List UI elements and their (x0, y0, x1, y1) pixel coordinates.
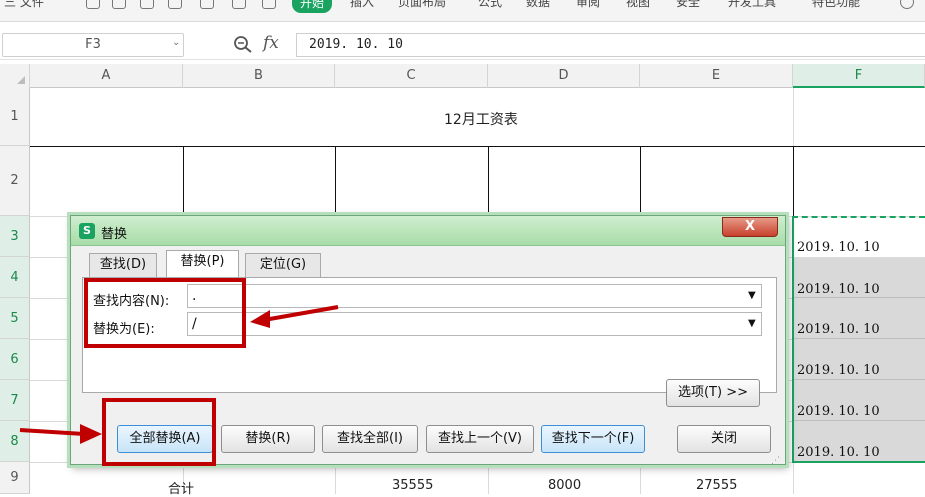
resize-grip-icon[interactable]: ⋰ (771, 456, 783, 466)
formula-input[interactable]: 2019. 10. 10 (296, 33, 925, 57)
table-border (335, 146, 336, 216)
undo-icon[interactable] (200, 0, 214, 9)
column-header-f[interactable]: F (793, 64, 925, 88)
format-painter-icon[interactable] (168, 0, 182, 9)
row-header-1[interactable]: 1 (0, 88, 30, 146)
search-icon[interactable] (900, 0, 914, 9)
cell-f3[interactable]: 2019. 10. 10 (797, 240, 880, 255)
annotation-arrow-icon (250, 305, 339, 328)
fx-icon[interactable]: fx (263, 33, 279, 53)
column-header-e[interactable]: E (640, 64, 793, 88)
save-icon[interactable] (86, 0, 100, 9)
menu-tab-developer[interactable]: 开发工具 (728, 0, 776, 10)
close-button[interactable]: 关闭 (677, 425, 771, 453)
name-box[interactable]: F3 (2, 33, 184, 57)
menu-tab-data[interactable]: 数据 (526, 0, 550, 10)
cell-f6[interactable]: 2019. 10. 10 (797, 363, 880, 378)
column-header-a[interactable]: A (30, 64, 183, 88)
more-icon[interactable] (262, 0, 276, 9)
row-header-9[interactable]: 9 (0, 462, 30, 494)
row-header-2[interactable]: 2 (0, 146, 30, 216)
column-header-bar: A B C D E F (0, 64, 925, 88)
menu-tab-insert[interactable]: 插入 (350, 0, 374, 10)
replace-button[interactable]: 替换(R) (221, 425, 315, 453)
select-all-corner[interactable] (0, 64, 30, 88)
menu-tab-formulas[interactable]: 公式 (478, 0, 502, 10)
menu-tab-view[interactable]: 视图 (626, 0, 650, 10)
tab-goto[interactable]: 定位(G) (245, 253, 321, 277)
row-header-7[interactable]: 7 (0, 380, 30, 421)
table-border (183, 146, 184, 216)
cell-f8[interactable]: 2019. 10. 10 (797, 445, 880, 460)
row-header-6[interactable]: 6 (0, 339, 30, 380)
chevron-down-icon[interactable]: ⌄ (172, 37, 180, 48)
annotation-arrow-icon (19, 424, 102, 444)
annotation-box-inputs (84, 278, 246, 348)
options-button[interactable]: 选项(T) >> (666, 379, 760, 407)
tab-replace[interactable]: 替换(P) (166, 250, 239, 278)
sheet-title[interactable]: 12月工资表 (444, 109, 518, 129)
annotation-box-replace-all (102, 398, 216, 466)
table-border (640, 146, 641, 216)
find-next-button[interactable]: 查找下一个(F) (541, 425, 645, 453)
menu-bar: 三 文件 开始 插入 页面布局 公式 数据 审阅 视图 安全 开发工具 特色功能 (0, 0, 925, 22)
cell-total-d[interactable]: 8000 (548, 478, 581, 493)
menu-file[interactable]: 三 文件 (4, 0, 44, 10)
menu-tab-review[interactable]: 审阅 (576, 0, 600, 10)
cell-f5[interactable]: 2019. 10. 10 (797, 322, 880, 337)
cell-f7[interactable]: 2019. 10. 10 (797, 404, 880, 419)
chevron-down-icon[interactable]: ▼ (748, 318, 756, 329)
row-header-4[interactable]: 4 (0, 257, 30, 298)
dialog-title: 替换 (101, 227, 128, 242)
menu-tab-page-layout[interactable]: 页面布局 (398, 0, 446, 10)
cell-total-label[interactable]: 合计 (168, 478, 194, 497)
find-all-button[interactable]: 查找全部(I) (322, 425, 418, 453)
chevron-down-icon[interactable]: ▼ (748, 290, 756, 301)
menu-tab-security[interactable]: 安全 (676, 0, 700, 10)
wps-logo-icon: S (79, 223, 95, 239)
cell-total-c[interactable]: 35555 (392, 478, 433, 493)
find-prev-button[interactable]: 查找上一个(V) (426, 425, 534, 453)
cell-f4[interactable]: 2019. 10. 10 (797, 282, 880, 297)
preview-icon[interactable] (140, 0, 154, 9)
menu-tab-home[interactable]: 开始 (292, 0, 333, 13)
menu-tab-features[interactable]: 特色功能 (812, 0, 860, 10)
magnifier-icon[interactable] (233, 35, 255, 55)
column-header-b[interactable]: B (183, 64, 335, 88)
column-header-c[interactable]: C (335, 64, 488, 88)
table-border (488, 146, 489, 216)
redo-icon[interactable] (232, 0, 246, 9)
row-header-5[interactable]: 5 (0, 298, 30, 339)
dialog-title-bar[interactable]: S 替换 X (71, 216, 785, 246)
table-border (30, 146, 925, 147)
row-header-3[interactable]: 3 (0, 216, 30, 257)
print-icon[interactable] (112, 0, 126, 9)
table-border (793, 146, 794, 216)
column-header-d[interactable]: D (488, 64, 640, 88)
close-icon[interactable]: X (722, 217, 778, 237)
tab-find[interactable]: 查找(D) (89, 253, 157, 277)
cell-total-e[interactable]: 27555 (696, 478, 737, 493)
